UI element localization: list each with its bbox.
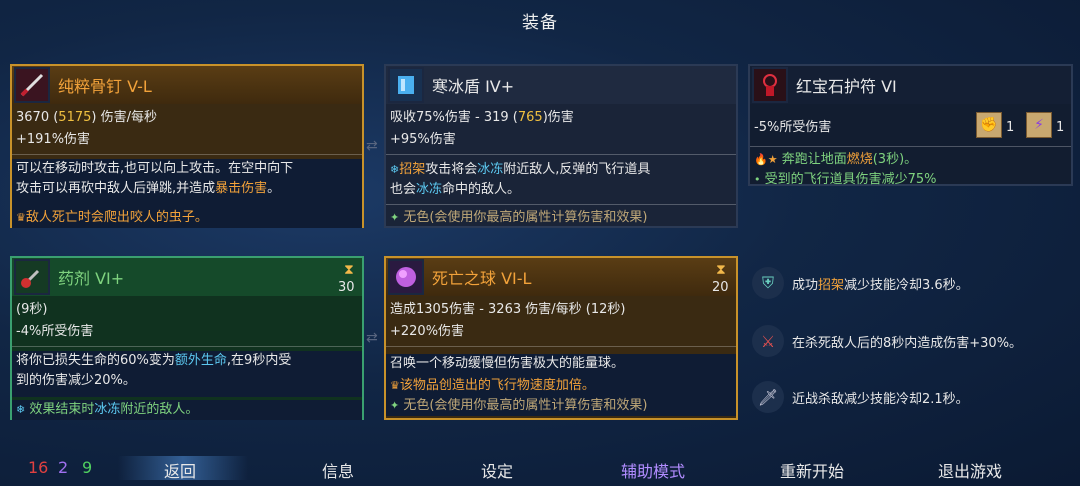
- orb-desc: 召唤一个移动缓慢但伤害极大的能量球。: [386, 354, 736, 376]
- potion-affix-a: 效果结束时: [29, 402, 95, 417]
- orb-name: 死亡之球 VI-L: [432, 269, 532, 288]
- blade-icon: 🗡: [752, 381, 784, 413]
- potion-flask-icon: [14, 259, 50, 295]
- colorless-icon: ✦: [390, 399, 400, 412]
- potion-desc-extralife: 额外生命: [174, 353, 227, 368]
- amulet-stat: -5%所受伤害: [754, 120, 832, 135]
- swap-arrow-icon: ⇄: [366, 330, 378, 346]
- amulet-aff2: 受到的飞行道具伤害减少75%: [764, 172, 937, 187]
- hourglass-icon: ⧗: [716, 262, 726, 278]
- orb-stat1: 造成1305伤害 - 3263 伤害/每秒 (12秒): [390, 302, 626, 317]
- potion-stat2: -4%所受伤害: [16, 324, 94, 339]
- weapon-bonus: +191%伤害: [16, 132, 91, 147]
- amulet-aff1-burn: 燃烧: [846, 152, 873, 167]
- amulet-aff1a: 奔跑让地面: [781, 152, 847, 167]
- crown-icon: ♛: [390, 379, 400, 392]
- swap-arrow-icon: ⇄: [366, 138, 378, 154]
- survival-stat: 9: [82, 458, 93, 477]
- weapon-name: 纯粹骨钉 V-L: [58, 77, 152, 96]
- potion-cooldown: 30: [338, 280, 355, 295]
- page-title: 装备: [522, 13, 558, 33]
- shield-stat1a: 吸收75%伤害 - 319 (: [390, 110, 518, 125]
- shield-name: 寒冰盾 IV+: [432, 77, 515, 96]
- shield-stat2: +95%伤害: [390, 132, 456, 147]
- shield-stat1b: 765: [517, 110, 543, 125]
- potion-stat1: (9秒): [16, 302, 48, 317]
- shield-desc-d: 附近敌人,反弹的飞行道具: [503, 162, 651, 177]
- assist-mode-button[interactable]: 辅助模式: [621, 458, 685, 482]
- orb-colorless: 无色(会使用你最高的属性计算伤害和效果): [403, 398, 648, 413]
- mutation-text-parry: 招架: [818, 277, 845, 293]
- scroll-brutality-count: 1: [1006, 120, 1015, 135]
- amulet-aff1c: (3秒)。: [872, 152, 918, 167]
- restart-button[interactable]: 重新开始: [780, 458, 844, 482]
- orb-cooldown: 20: [712, 280, 729, 295]
- frost-icon: ❄: [16, 403, 26, 416]
- equipment-card-weapon[interactable]: 纯粹骨钉 V-L 3670 (5175) 伤害/每秒 +191%伤害 可以在移动…: [10, 64, 364, 228]
- equipment-card-shield[interactable]: 寒冰盾 IV+ 吸收75%伤害 - 319 (765)伤害 +95%伤害 ❄招架…: [384, 64, 738, 228]
- shield-desc2-freeze: 冰冻: [416, 182, 443, 197]
- equipment-card-amulet[interactable]: 红宝石护符 VI -5%所受伤害 ✊ 1 ⚡ 1 🔥★ 奔跑让地面燃烧(3秒)。…: [748, 64, 1073, 187]
- potion-desc1a: 将你已损失生命的60%变为: [16, 353, 175, 368]
- shield-stat1c: )伤害: [542, 110, 574, 125]
- back-button[interactable]: 返回: [164, 458, 196, 482]
- mutation-row[interactable]: 🗡 近战杀敌减少技能冷却2.1秒。: [748, 372, 1073, 422]
- mutation-text: 在杀死敌人后的8秒内造成伤害+30%。: [792, 335, 1023, 351]
- potion-affix-freeze: 冰冻: [94, 402, 121, 417]
- info-button[interactable]: 信息: [322, 458, 354, 482]
- potion-desc1c: ,在9秒内受: [226, 353, 292, 368]
- weapon-desc-line1: 可以在移动时攻击,也可以向上攻击。在空中向下: [16, 161, 294, 176]
- ice-shield-icon: [388, 67, 424, 103]
- shield-desc2c: 命中的敌人。: [442, 182, 521, 197]
- brutality-stat: 16: [28, 458, 49, 477]
- bone-spike-weapon-icon: [14, 67, 50, 103]
- ruby-amulet-icon: [752, 67, 788, 103]
- shield-colorless: 无色(会使用你最高的属性计算伤害和效果): [403, 210, 648, 225]
- mutation-row[interactable]: ⛨ 成功 招架 减少技能冷却3.6秒。: [748, 258, 1073, 308]
- shield-desc2a: 也会: [390, 182, 417, 197]
- frost-icon: ❄: [390, 163, 400, 176]
- shield-desc-b: 攻击将会: [425, 162, 478, 177]
- colorless-icon: ✦: [390, 211, 400, 224]
- equipment-card-orb[interactable]: 死亡之球 VI-L ⧗ 20 造成1305伤害 - 3263 伤害/每秒 (12…: [384, 256, 738, 420]
- weapon-dps-prefix: 3670 (: [16, 110, 59, 125]
- weapon-desc-line2c: 。: [267, 181, 281, 196]
- scroll-tactics-count: 1: [1056, 120, 1065, 135]
- crossed-swords-icon: ⚔: [752, 325, 784, 357]
- weapon-affix: 敌人死亡时会爬出咬人的虫子。: [25, 210, 208, 225]
- potion-name: 药剂 VI+: [58, 269, 125, 288]
- weapon-desc-line2a: 攻击可以再砍中敌人后弹跳,并造成: [16, 181, 216, 196]
- crown-icon: ♛: [16, 211, 26, 224]
- tactics-stat: 2: [58, 458, 69, 477]
- mutation-text-a: 成功: [792, 277, 819, 293]
- mutation-text-c: 减少技能冷却3.6秒。: [844, 277, 969, 293]
- quit-game-button[interactable]: 退出游戏: [938, 458, 1002, 482]
- weapon-dps-suffix: ) 伤害/每秒: [91, 110, 157, 125]
- fire-icon: 🔥★: [754, 153, 778, 166]
- bottom-menu-bar: 16 2 9 返回 信息 设定 辅助模式 重新开始 退出游戏: [0, 446, 1080, 486]
- shield-desc-freeze: 冰冻: [477, 162, 504, 177]
- scroll-tactics-icon: ⚡: [1026, 112, 1052, 138]
- weapon-dps-high: 5175: [58, 110, 92, 125]
- potion-desc2: 到的伤害减少20%。: [16, 373, 136, 388]
- equipment-card-potion[interactable]: 药剂 VI+ ⧗ 30 (9秒) -4%所受伤害 将你已损失生命的60%变为额外…: [10, 256, 364, 420]
- orb-affix: 该物品创造出的飞行物速度加倍。: [399, 378, 595, 393]
- amulet-name: 红宝石护符 VI: [796, 77, 897, 96]
- orb-stat2: +220%伤害: [390, 324, 465, 339]
- death-orb-icon: [388, 259, 424, 295]
- scroll-brutality-icon: ✊: [976, 112, 1002, 138]
- mutation-row[interactable]: ⚔ 在杀死敌人后的8秒内造成伤害+30%。: [748, 316, 1073, 366]
- hourglass-icon: ⧗: [344, 262, 354, 278]
- mutation-text: 近战杀敌减少技能冷却2.1秒。: [792, 391, 969, 407]
- shield-desc-parry: 招架: [399, 162, 426, 177]
- potion-affix-c: 附近的敌人。: [120, 402, 199, 417]
- settings-button[interactable]: 设定: [481, 458, 513, 482]
- parry-shield-icon: ⛨: [752, 267, 784, 299]
- weapon-desc-crit: 暴击伤害: [215, 181, 268, 196]
